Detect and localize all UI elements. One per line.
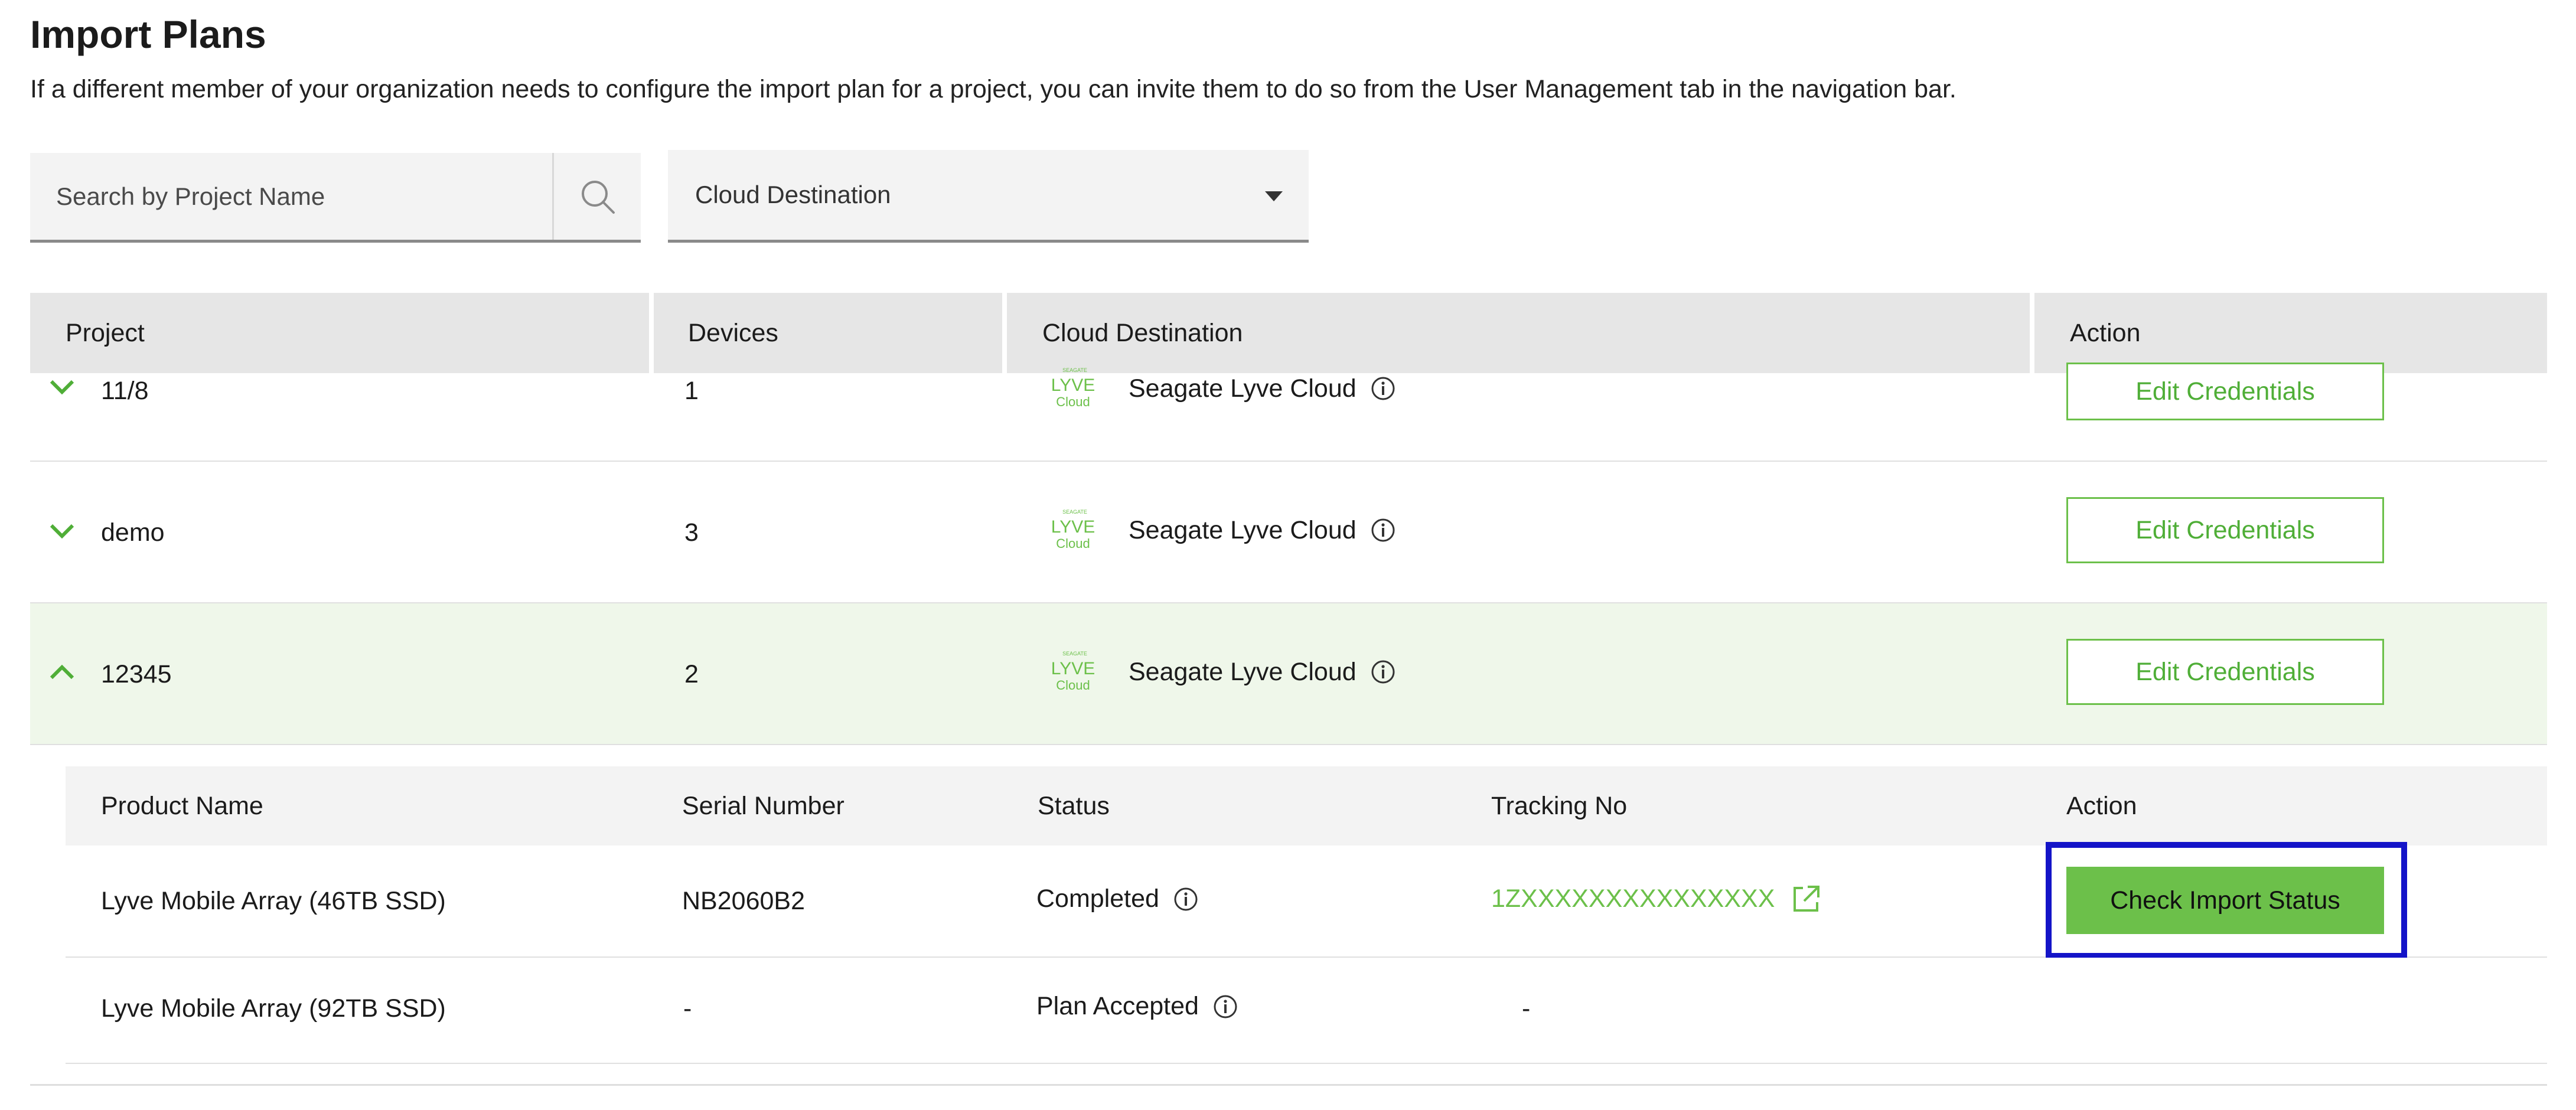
device-table-header: Product Name Serial Number Status Tracki… — [66, 766, 2547, 845]
info-icon[interactable] — [1173, 887, 1198, 912]
search-button[interactable] — [552, 153, 641, 240]
status: Plan Accepted — [1036, 992, 1238, 1021]
svg-text:SEAGATE: SEAGATE — [1062, 509, 1087, 515]
edit-credentials-button[interactable]: Edit Credentials — [2066, 497, 2384, 563]
table-row: 11/8 1 SEAGATE LYVE Cloud Seagate Lyve C… — [30, 363, 2547, 462]
device-count: 3 — [684, 518, 699, 547]
device-row: Lyve Mobile Array (92TB SSD) - Plan Acce… — [66, 958, 2547, 1064]
header-tracking-no: Tracking No — [1491, 792, 1628, 820]
chevron-down-icon[interactable] — [48, 522, 76, 540]
svg-text:Cloud: Cloud — [1056, 678, 1090, 693]
device-count: 1 — [684, 377, 699, 405]
project-name: 11/8 — [101, 377, 149, 405]
header-cell-action: Action — [2034, 293, 2547, 373]
caret-down-icon — [1265, 191, 1283, 201]
info-icon[interactable] — [1213, 994, 1238, 1019]
header-product-name: Product Name — [101, 792, 263, 820]
header-action: Action — [2066, 792, 2137, 820]
cloud-destination-name: Seagate Lyve Cloud — [1129, 515, 1357, 544]
svg-text:SEAGATE: SEAGATE — [1062, 367, 1087, 373]
search-box — [30, 153, 641, 243]
check-import-status-button[interactable]: Check Import Status — [2066, 867, 2384, 934]
serial-number: - — [683, 994, 692, 1023]
edit-credentials-button[interactable]: Edit Credentials — [2066, 639, 2384, 705]
chevron-down-icon[interactable] — [48, 378, 76, 396]
cloud-destination: SEAGATE LYVE Cloud Seagate Lyve Cloud — [1039, 507, 1395, 554]
svg-text:LYVE: LYVE — [1051, 659, 1095, 678]
table-row-expanded: 12345 2 SEAGATE LYVE Cloud Seagate Lyve … — [30, 603, 2547, 745]
cloud-destination-dropdown[interactable]: Cloud Destination — [668, 150, 1309, 243]
lyve-cloud-logo: SEAGATE LYVE Cloud — [1051, 367, 1095, 409]
header-cell-project: Project — [30, 293, 649, 373]
project-name: demo — [101, 518, 165, 547]
header-cell-cloud-destination: Cloud Destination — [1007, 293, 2030, 373]
svg-text:Cloud: Cloud — [1056, 536, 1090, 551]
header-action-label: Action — [2070, 319, 2141, 347]
product-name: Lyve Mobile Array (92TB SSD) — [101, 994, 446, 1023]
status: Completed — [1036, 884, 1198, 913]
svg-text:SEAGATE: SEAGATE — [1062, 651, 1087, 657]
cloud-destination: SEAGATE LYVE Cloud Seagate Lyve Cloud — [1039, 648, 1395, 696]
search-input[interactable] — [56, 153, 540, 240]
edit-credentials-button[interactable]: Edit Credentials — [2066, 363, 2384, 420]
svg-text:LYVE: LYVE — [1051, 517, 1095, 537]
cloud-destination-name: Seagate Lyve Cloud — [1129, 374, 1357, 403]
device-count: 2 — [684, 660, 699, 688]
page-title: Import Plans — [30, 12, 266, 56]
import-plans-page: Import Plans If a different member of yo… — [30, 0, 2547, 1110]
info-icon[interactable] — [1371, 376, 1395, 401]
product-name: Lyve Mobile Array (46TB SSD) — [101, 887, 446, 915]
search-icon — [581, 180, 615, 214]
info-icon[interactable] — [1371, 518, 1395, 543]
cloud-destination: SEAGATE LYVE Cloud Seagate Lyve Cloud — [1039, 365, 1395, 412]
status-text: Completed — [1036, 884, 1159, 913]
tracking-number-cell: 1ZXXXXXXXXXXXXXXX — [1491, 883, 1822, 914]
lyve-cloud-logo: SEAGATE LYVE Cloud — [1051, 651, 1095, 693]
table-row: demo 3 SEAGATE LYVE Cloud Seagate Lyve C… — [30, 462, 2547, 603]
chevron-up-icon[interactable] — [48, 664, 76, 681]
lyve-cloud-logo: SEAGATE LYVE Cloud — [1051, 509, 1095, 551]
header-project-label: Project — [66, 319, 145, 347]
cloud-destination-name: Seagate Lyve Cloud — [1129, 657, 1357, 686]
svg-text:Cloud: Cloud — [1056, 394, 1090, 409]
header-serial-number: Serial Number — [682, 792, 844, 820]
header-cloud-destination-label: Cloud Destination — [1042, 319, 1243, 347]
svg-text:LYVE: LYVE — [1051, 376, 1095, 395]
header-cell-devices: Devices — [654, 293, 1002, 373]
table-bottom-divider — [30, 1084, 2547, 1086]
page-description: If a different member of your organizati… — [30, 75, 1957, 103]
header-status: Status — [1038, 792, 1110, 820]
cloud-destination-dropdown-label: Cloud Destination — [695, 181, 891, 208]
tracking-number-link[interactable]: 1ZXXXXXXXXXXXXXXX — [1491, 884, 1775, 913]
info-icon[interactable] — [1371, 660, 1395, 684]
project-name: 12345 — [101, 660, 172, 688]
tracking-number: - — [1522, 994, 1531, 1023]
serial-number: NB2060B2 — [682, 887, 805, 915]
external-link-icon[interactable] — [1791, 883, 1822, 914]
status-text: Plan Accepted — [1036, 992, 1199, 1020]
header-devices-label: Devices — [688, 319, 778, 347]
